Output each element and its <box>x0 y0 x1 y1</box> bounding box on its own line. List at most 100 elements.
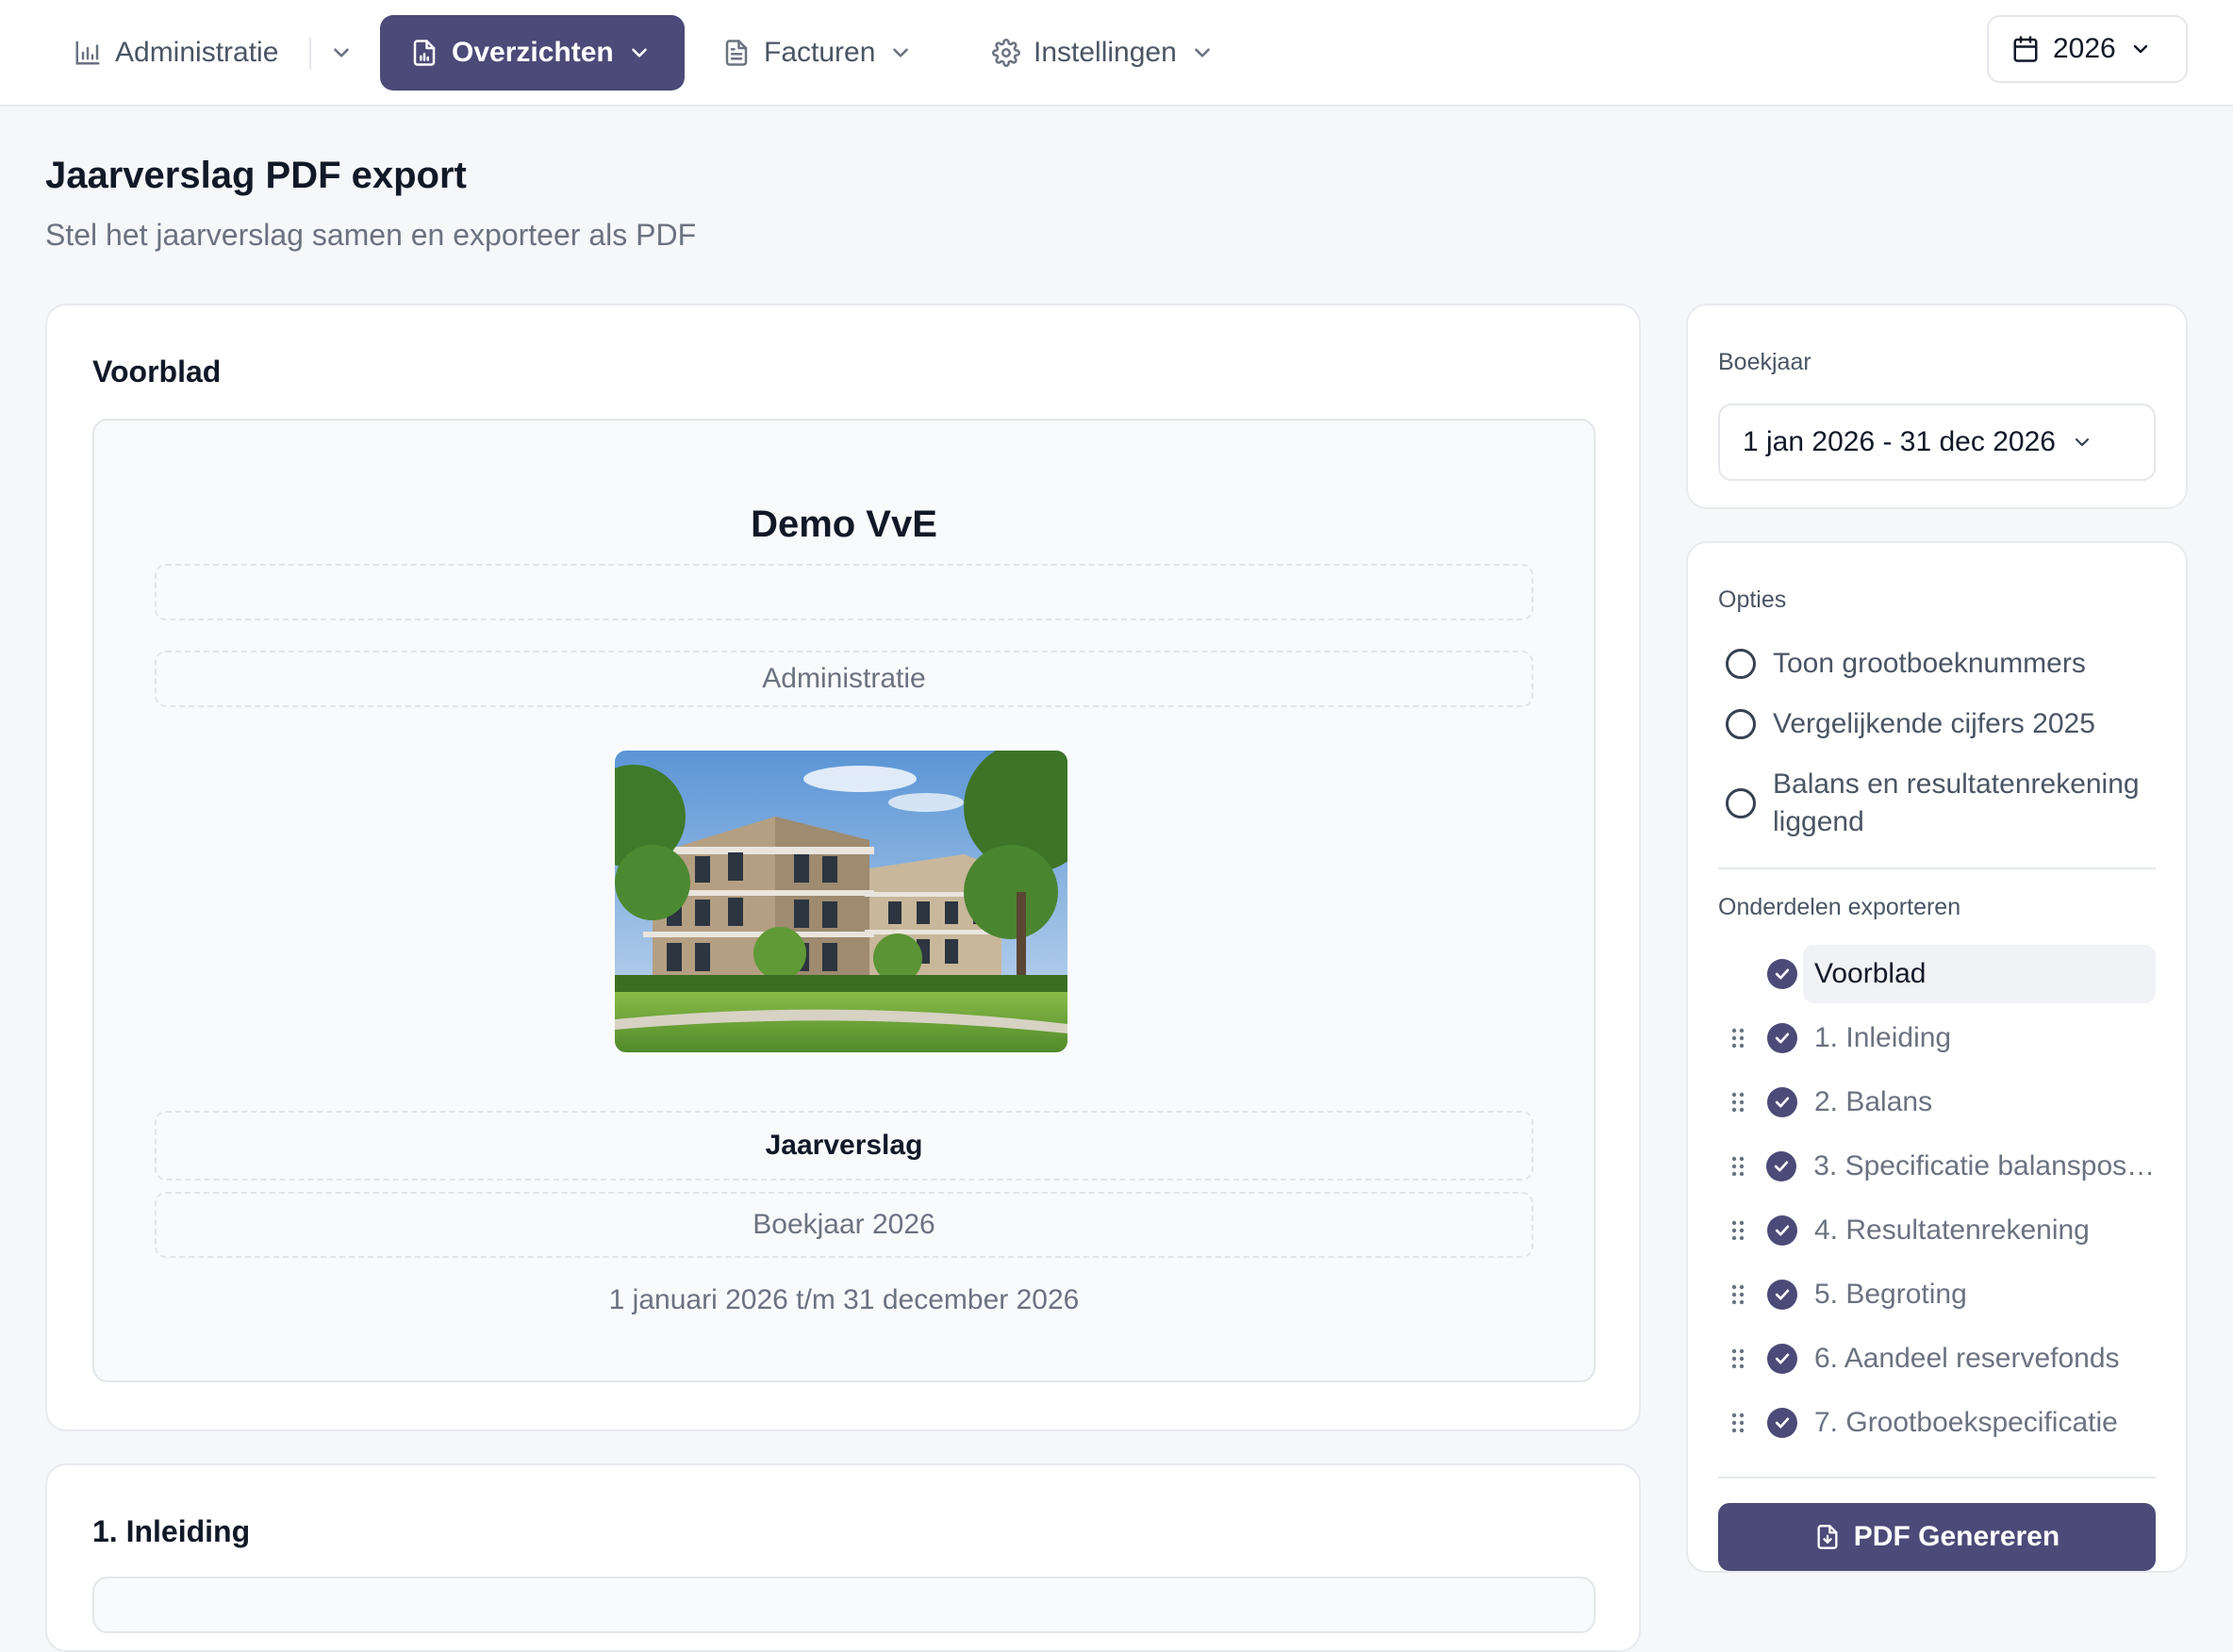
file-text-icon <box>725 40 748 66</box>
drag-handle-icon[interactable] <box>1726 1280 1750 1309</box>
cover-administratie-field[interactable]: Administratie <box>155 651 1533 707</box>
cover-image[interactable] <box>615 751 1067 1052</box>
page-title: Jaarverslag PDF export <box>45 155 467 196</box>
boekjaar-label: Boekjaar <box>1718 349 1811 375</box>
part-checkbox[interactable] <box>1766 1151 1797 1181</box>
drag-handle-icon[interactable] <box>1726 1409 1750 1437</box>
year-selector-label: 2026 <box>2053 33 2116 64</box>
check-icon <box>1775 968 1790 980</box>
file-chart-icon <box>413 40 436 66</box>
nav-administratie-dropdown[interactable] <box>323 34 360 72</box>
part-checkbox[interactable] <box>1767 1087 1797 1117</box>
boekjaar-select[interactable]: 1 jan 2026 - 31 dec 2026 <box>1718 404 2156 481</box>
voorblad-card: Voorblad Demo VvE Administratie Jaarvers… <box>45 304 1641 1431</box>
file-download-icon <box>1817 1525 1838 1549</box>
check-icon <box>1775 1353 1790 1364</box>
option-checkbox[interactable] <box>1726 709 1756 739</box>
voorblad-heading: Voorblad <box>92 355 222 388</box>
option-toon-grootboeknummers[interactable]: Toon grootboeknummers <box>1726 645 2159 683</box>
pdf-generate-button[interactable]: PDF Genereren <box>1718 1503 2156 1571</box>
pdf-generate-label: PDF Genereren <box>1853 1521 2060 1552</box>
chevron-down-icon <box>2133 44 2147 54</box>
nav-facturen[interactable]: Facturen <box>705 15 930 91</box>
part-checkbox[interactable] <box>1767 959 1797 989</box>
apartment-building-photo <box>615 751 1067 1052</box>
inleiding-card: 1. Inleiding <box>45 1463 1641 1652</box>
part-label: 7. Grootboekspecificatie <box>1814 1407 2118 1438</box>
option-label: Balans en resultatenrekening liggend <box>1773 768 2140 837</box>
part-label: 4. Resultatenrekening <box>1814 1214 2090 1246</box>
calendar-icon <box>2013 36 2038 62</box>
check-icon <box>1775 1417 1790 1429</box>
part-checkbox[interactable] <box>1767 1023 1797 1053</box>
drag-handle-icon[interactable] <box>1726 1152 1749 1181</box>
nav-instellingen-label: Instellingen <box>1034 37 1177 68</box>
option-checkbox[interactable] <box>1726 649 1756 679</box>
onderdelen-label: Onderdelen exporteren <box>1718 894 1961 920</box>
page-subtitle: Stel het jaarverslag samen en exporteer … <box>45 218 697 252</box>
nav-overzichten[interactable]: Overzichten <box>380 15 685 91</box>
part-checkbox[interactable] <box>1767 1408 1797 1438</box>
option-vergelijkende-cijfers[interactable]: Vergelijkende cijfers 2025 <box>1726 705 2159 743</box>
check-icon <box>1775 1097 1790 1108</box>
chevron-down-icon <box>1194 48 1210 58</box>
part-checkbox[interactable] <box>1767 1344 1797 1374</box>
drag-handle-icon[interactable] <box>1726 1024 1750 1052</box>
part-aandeel-reservefonds[interactable]: 6. Aandeel reservefonds <box>1718 1330 2156 1388</box>
cover-boekjaar-field[interactable]: Boekjaar 2026 <box>155 1192 1533 1258</box>
nav-facturen-label: Facturen <box>764 37 876 68</box>
chevron-down-icon <box>2075 438 2090 447</box>
part-label: 5. Begroting <box>1814 1279 1967 1310</box>
option-checkbox[interactable] <box>1726 788 1756 818</box>
cover-organization-name: Demo VvE <box>751 504 937 545</box>
nav-instellingen[interactable]: Instellingen <box>975 15 1232 91</box>
part-grootboekspecificatie[interactable]: 7. Grootboekspecificatie <box>1718 1394 2156 1452</box>
check-icon <box>1775 1032 1790 1044</box>
drag-handle-icon[interactable] <box>1726 1088 1750 1116</box>
option-label: Toon grootboeknummers <box>1773 648 2086 679</box>
part-begroting[interactable]: 5. Begroting <box>1718 1265 2156 1324</box>
divider <box>1718 867 2156 869</box>
drag-handle-icon[interactable] <box>1726 1345 1750 1373</box>
chevron-down-icon <box>334 48 349 58</box>
part-resultatenrekening[interactable]: 4. Resultatenrekening <box>1718 1201 2156 1260</box>
check-icon <box>1775 1289 1790 1300</box>
check-icon <box>1775 1225 1790 1236</box>
gear-icon <box>992 39 1020 67</box>
opties-label: Opties <box>1718 586 1787 613</box>
inleiding-heading: 1. Inleiding <box>92 1514 251 1548</box>
boekjaar-select-value: 1 jan 2026 - 31 dec 2026 <box>1743 426 2056 457</box>
part-label: Voorblad <box>1814 958 1927 989</box>
drag-handle-icon[interactable] <box>1726 1216 1750 1245</box>
part-specificatie-balansposten[interactable]: 3. Specificatie balansposten <box>1718 1137 2156 1196</box>
year-selector[interactable]: 2026 <box>1987 15 2188 83</box>
option-label: Vergelijkende cijfers 2025 <box>1773 708 2095 739</box>
cover-line-field[interactable] <box>155 564 1533 620</box>
boekjaar-card: Boekjaar 1 jan 2026 - 31 dec 2026 <box>1686 304 2188 509</box>
part-label: 3. Specificatie balansposten <box>1813 1150 2156 1181</box>
part-balans[interactable]: 2. Balans <box>1718 1073 2156 1132</box>
cover-title-field[interactable]: Jaarverslag <box>155 1111 1533 1181</box>
top-navigation: Administratie Overzichten Facturen Inste… <box>0 0 2233 107</box>
part-label: 1. Inleiding <box>1814 1022 1952 1053</box>
inleiding-editor[interactable] <box>92 1577 1596 1633</box>
divider <box>1718 1477 2156 1479</box>
option-liggend[interactable]: Balans en resultatenrekening liggend <box>1726 766 2159 841</box>
part-checkbox[interactable] <box>1767 1215 1797 1246</box>
part-inleiding[interactable]: 1. Inleiding <box>1718 1009 2156 1067</box>
chevron-down-icon <box>631 48 647 58</box>
nav-overzichten-label: Overzichten <box>452 37 614 68</box>
part-voorblad[interactable]: Voorblad <box>1718 945 2156 1003</box>
bar-chart-icon <box>75 41 100 65</box>
part-checkbox[interactable] <box>1767 1280 1797 1310</box>
opties-card: Opties Toon grootboeknummers Vergelijken… <box>1686 541 2188 1573</box>
check-icon <box>1775 1161 1789 1172</box>
nav-divider <box>309 38 311 70</box>
nav-administratie[interactable]: Administratie <box>57 15 295 91</box>
chevron-down-icon <box>893 48 909 58</box>
part-label: 2. Balans <box>1814 1086 1933 1117</box>
part-label: 6. Aandeel reservefonds <box>1814 1343 2120 1374</box>
cover-period: 1 januari 2026 t/m 31 december 2026 <box>608 1284 1080 1315</box>
cover-preview: Demo VvE Administratie Jaarverslag Boekj… <box>92 419 1596 1382</box>
nav-administratie-label: Administratie <box>115 37 279 68</box>
